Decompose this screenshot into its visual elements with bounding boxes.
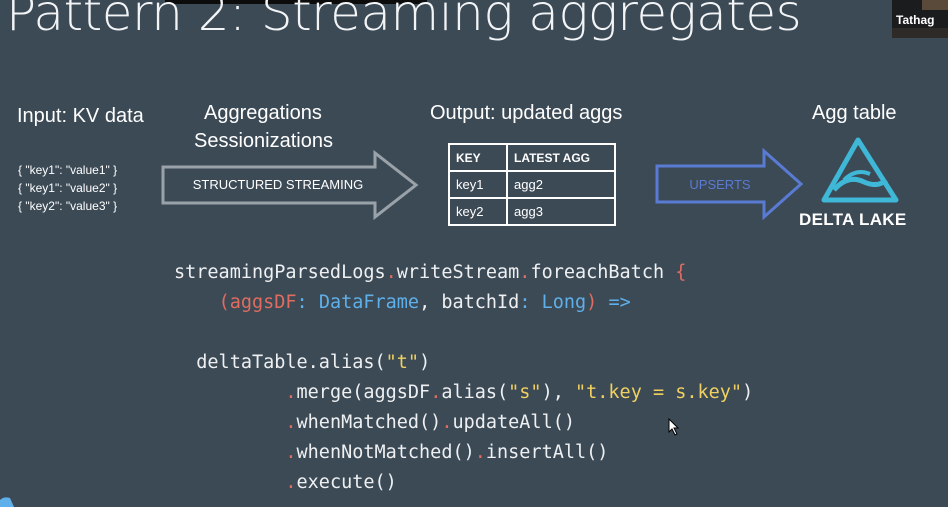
code-token: , batchId [419,292,520,313]
code-token: . [430,382,442,403]
table-cell: agg3 [506,197,616,226]
table-row: key2 agg3 [448,197,616,226]
column-header: KEY [448,143,508,172]
kv-line: { "key1": "value1" } [18,163,118,177]
slide-title: Pattern 2: Streaming aggregates [6,0,802,42]
upserts-label: UPSERTS [689,177,751,192]
kv-line: { "key1": "value2" } [18,181,118,195]
input-label: Input: KV data [17,105,144,127]
code-token: . [385,262,397,283]
code-token: { [675,262,687,283]
code-token: writeStream [396,262,520,283]
output-label: Output: updated aggs [430,102,623,124]
code-token: DataFrame [318,292,420,313]
code-token: ) [586,292,609,313]
code-block: streamingParsedLogs.writeStream.foreachB… [174,258,753,498]
code-token: execute() [296,472,397,493]
table-cell: agg2 [506,170,616,199]
webcam-tile: Tathag [892,0,948,38]
code-token: "s" [508,382,542,403]
code-line: .merge(aggsDF.alias("s"), "t.key = s.key… [174,378,753,408]
table-cell: key2 [448,197,508,226]
code-token: => [608,292,631,313]
code-token: streamingParsedLogs [174,262,386,283]
code-token: . [285,412,297,433]
code-token: . [285,472,297,493]
table-cell: key1 [448,170,508,199]
code-token: whenNotMatched() [296,442,475,463]
table-header-row: KEY LATEST AGG [448,143,616,172]
code-token: : [519,292,542,313]
code-token: ) [419,352,431,373]
code-token: . [441,412,453,433]
code-line: streamingParsedLogs.writeStream.foreachB… [174,258,753,288]
code-token: . [285,442,297,463]
agg-table-label: Agg table [812,102,897,124]
code-token: . [519,262,531,283]
code-token: alias( [441,382,509,403]
code-token: : [296,292,319,313]
delta-lake-wordmark: DELTA LAKE [799,210,907,229]
code-token: "t" [385,352,420,373]
mouse-cursor-icon [668,418,680,436]
code-token: "t.key = s.key" [575,382,743,403]
code-token: . [285,382,297,403]
code-line: (aggsDF: DataFrame, batchId: Long) => [174,288,753,318]
code-token: updateAll() [452,412,575,433]
code-line: .execute() [174,468,753,498]
code-token: ) [742,382,754,403]
code-token: ), [541,382,575,403]
column-header: LATEST AGG [506,143,616,172]
kv-data-list: { "key1": "value1" } { "key1": "value2" … [18,161,117,215]
code-token: foreachBatch [530,262,676,283]
kv-line: { "key2": "value3" } [18,199,118,213]
code-token: (aggsDF [218,292,297,313]
code-line: deltaTable.alias("t") [174,348,753,378]
aggregations-label: Aggregations [204,102,322,124]
code-token: Long [541,292,587,313]
code-line: .whenNotMatched().insertAll() [174,438,753,468]
code-token: merge(aggsDF [296,382,431,403]
code-line: .whenMatched().updateAll() [174,408,753,438]
code-token: insertAll() [485,442,609,463]
webcam-name: Tathag [896,13,935,27]
table-row: key1 agg2 [448,170,616,199]
code-token: deltaTable.alias( [196,352,386,373]
structured-streaming-label: STRUCTURED STREAMING [192,177,364,192]
code-token: whenMatched() [296,412,442,433]
code-token: . [474,442,486,463]
corner-mark-icon [0,497,14,507]
delta-lake-logo-icon [821,137,899,203]
aggregates-table: KEY LATEST AGG key1 agg2 key2 agg3 [448,143,616,226]
